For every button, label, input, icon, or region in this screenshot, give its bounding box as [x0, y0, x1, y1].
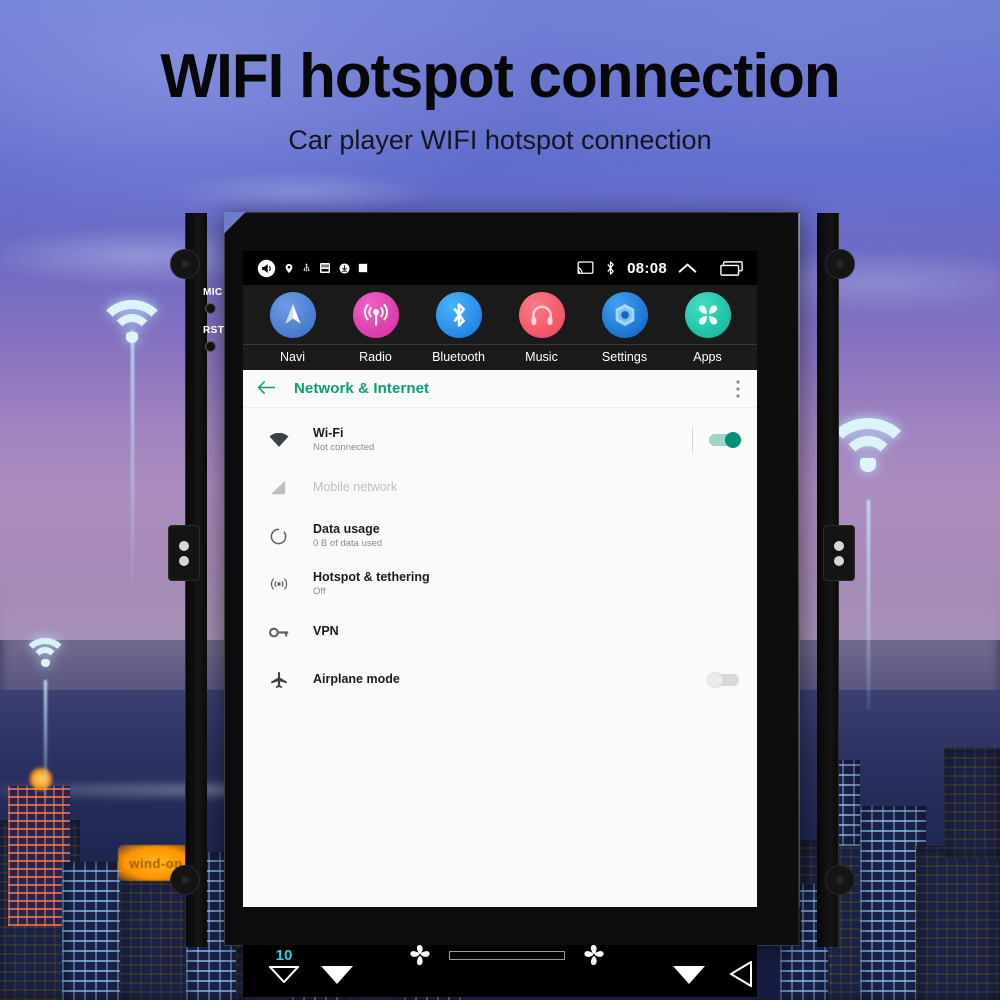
settings-row-airplane-mode[interactable]: Airplane mode	[243, 656, 757, 704]
chevron-up-icon[interactable]	[678, 262, 697, 275]
signal-cellular-icon	[269, 480, 313, 496]
mounting-hole	[170, 249, 200, 279]
mounting-hole	[825, 249, 855, 279]
bezel-chamfer	[224, 212, 246, 234]
data-usage-icon	[269, 527, 313, 546]
building-tower	[8, 786, 70, 926]
app-label-settings[interactable]: Settings	[583, 350, 666, 364]
light-beam	[44, 680, 47, 800]
wifi-icon	[269, 432, 313, 448]
settings-row-title: VPN	[313, 624, 339, 639]
driver-temp-value: 10	[275, 946, 293, 964]
mounting-bracket	[168, 525, 200, 581]
bluetooth-icon[interactable]	[605, 260, 616, 276]
mounting-hole	[170, 865, 200, 895]
triangle-down-filled-icon[interactable]	[321, 966, 353, 989]
app-icon-bluetooth[interactable]	[435, 292, 482, 338]
settings-row-vpn[interactable]: VPN	[243, 608, 757, 656]
settings-row-title: Data usage	[313, 521, 380, 536]
car-head-unit: MIC RST 08:08 Navi Radio Bluetooth Music…	[168, 212, 855, 997]
wifi-signal-icon	[22, 638, 68, 670]
app-label-apps[interactable]: Apps	[666, 350, 749, 364]
airplane-icon	[269, 670, 313, 690]
app-label-radio[interactable]: Radio	[334, 350, 417, 364]
settings-row-title: Airplane mode	[313, 672, 400, 687]
mounting-bracket	[823, 525, 855, 581]
fan-icon-left[interactable]	[407, 942, 433, 968]
fan-icon-right[interactable]	[581, 942, 607, 968]
left-side-rail	[168, 213, 207, 947]
wifi-signal-icon	[96, 300, 168, 348]
reset-button[interactable]	[205, 341, 216, 352]
light-beam	[131, 330, 134, 580]
temperature-slider[interactable]	[449, 950, 565, 960]
app-label-music[interactable]: Music	[500, 350, 583, 364]
clock: 08:08	[627, 259, 667, 277]
mic-hole	[205, 303, 216, 314]
app-icon-settings[interactable]	[601, 292, 648, 338]
recent-apps-icon[interactable]	[720, 260, 743, 276]
settings-row-mobile-network: Mobile network	[243, 464, 757, 512]
vpn-key-icon	[269, 626, 313, 639]
mounting-hole	[825, 865, 855, 895]
settings-row-title: Wi-Fi	[313, 425, 344, 440]
app-bar-title: Network & Internet	[294, 380, 430, 397]
divider	[692, 426, 693, 454]
volume-icon[interactable]	[257, 259, 276, 278]
settings-row-subtitle: Not connected	[313, 442, 375, 454]
cast-icon[interactable]	[577, 261, 594, 275]
location-icon	[284, 262, 294, 275]
settings-panel: Network & Internet Wi-Fi Not connected M…	[243, 370, 757, 909]
back-triangle-icon[interactable]	[729, 959, 753, 992]
app-label-navi[interactable]: Navi	[251, 350, 334, 364]
page-title: WIFI hotspot connection	[160, 42, 840, 111]
settings-row-title: Mobile network	[313, 480, 398, 495]
stop-icon	[358, 263, 368, 273]
hotspot-icon	[269, 574, 313, 594]
building	[120, 878, 192, 1000]
settings-row-title: Hotspot & tethering	[313, 569, 430, 584]
status-bar: 08:08	[243, 251, 757, 285]
building	[944, 748, 1000, 858]
back-arrow-icon[interactable]	[257, 379, 276, 399]
app-icon-apps[interactable]	[684, 292, 731, 338]
app-dock: Navi Radio Bluetooth Music Settings Apps	[243, 285, 757, 370]
more-vert-icon[interactable]	[733, 379, 743, 398]
app-label-bluetooth[interactable]: Bluetooth	[417, 350, 500, 364]
street-light	[28, 766, 54, 792]
settings-row-subtitle: Off	[313, 586, 326, 598]
bezel-bottom	[225, 907, 801, 945]
headline-block: WIFI hotspot connection Car player WIFI …	[0, 0, 1000, 156]
usb-icon	[302, 261, 311, 275]
building	[916, 846, 1000, 1000]
airplane-mode-toggle[interactable]	[707, 672, 739, 688]
sdcard-icon	[319, 262, 331, 274]
building	[62, 862, 124, 1000]
settings-row-data-usage[interactable]: Data usage 0 B of data used	[243, 512, 757, 560]
triangle-down-outline-icon[interactable]	[267, 965, 301, 988]
settings-row-hotspot[interactable]: Hotspot & tethering Off	[243, 560, 757, 608]
slider-track[interactable]	[449, 950, 565, 960]
touchscreen[interactable]: 08:08 Navi Radio Bluetooth Music Setting…	[243, 251, 757, 909]
settings-row-wifi[interactable]: Wi-Fi Not connected	[243, 416, 757, 464]
rst-label: RST	[203, 325, 225, 336]
light-beam	[867, 500, 870, 710]
triangle-down-filled-icon[interactable]	[673, 966, 705, 989]
download-icon	[339, 262, 350, 274]
app-icon-radio[interactable]	[352, 292, 399, 338]
app-icon-music[interactable]	[518, 292, 565, 338]
page-subtitle: Car player WIFI hotspot connection	[288, 125, 712, 156]
wifi-toggle[interactable]	[709, 432, 741, 448]
mic-label: MIC	[203, 287, 223, 298]
right-side-rail	[817, 213, 855, 947]
app-bar: Network & Internet	[243, 370, 757, 408]
app-icon-navi[interactable]	[269, 292, 316, 338]
settings-row-subtitle: 0 B of data used	[313, 538, 383, 550]
